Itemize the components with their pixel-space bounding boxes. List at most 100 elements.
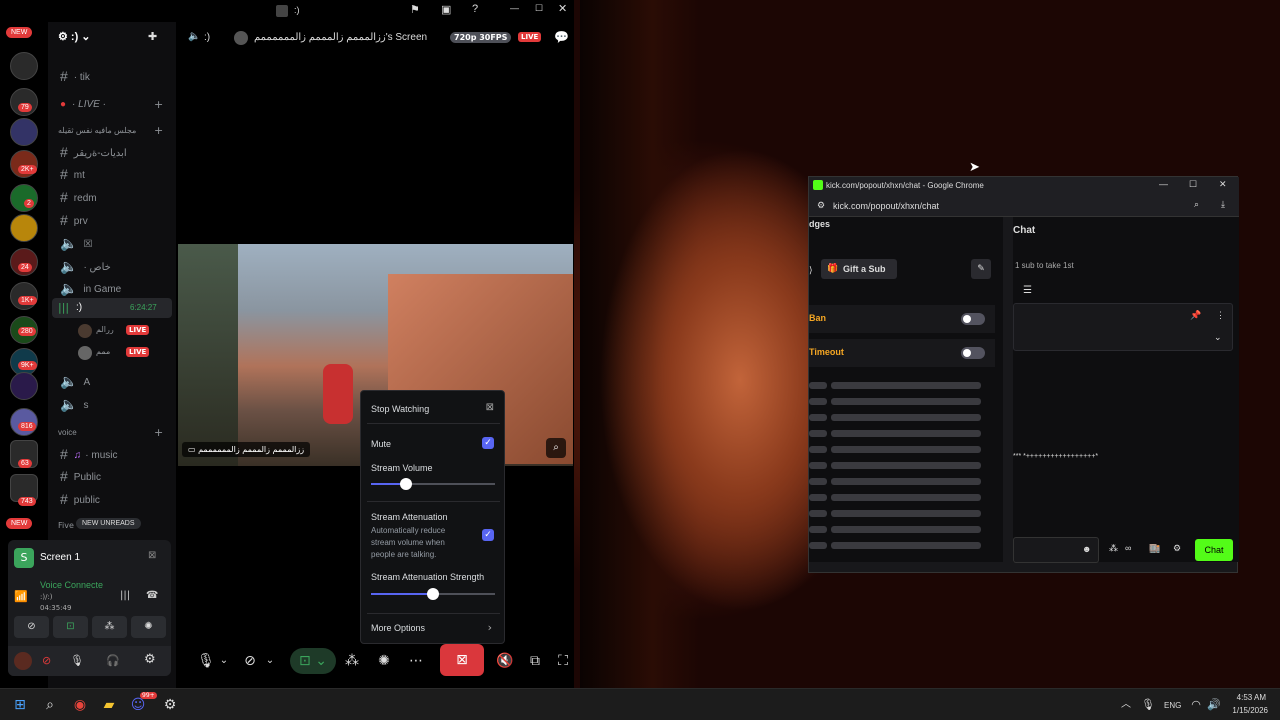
search-icon[interactable]: ⌕ xyxy=(40,695,60,715)
camera-off-icon[interactable]: ⊘ xyxy=(14,616,49,638)
chevron-down-icon[interactable]: ⌄ xyxy=(1214,332,1222,343)
chat-bubble-icon[interactable]: 💬 xyxy=(554,30,569,44)
soundboard-icon[interactable]: ✺ xyxy=(131,616,166,638)
more-options-icon[interactable]: ⋯ xyxy=(406,648,426,674)
kebab-menu-icon[interactable]: ⋮ xyxy=(1216,310,1225,321)
channel-item[interactable]: # public xyxy=(60,491,100,507)
server-header[interactable]: ⚙ :) ⌄ xyxy=(58,30,91,43)
new-unreads-pill[interactable]: NEW UNREADS xyxy=(76,518,141,529)
app-icon[interactable]: ⚙ xyxy=(160,695,180,715)
more-options-item[interactable]: More Options xyxy=(371,623,425,633)
gear-icon[interactable]: ⚙ xyxy=(1173,543,1181,554)
chevron-up-icon[interactable]: ︿ xyxy=(1116,695,1136,715)
minimize-icon[interactable]: — xyxy=(510,3,519,13)
speaker-icon[interactable]: 🔊 xyxy=(1204,695,1224,715)
add-channel-icon[interactable]: + xyxy=(154,426,163,439)
new-badge-bottom[interactable]: NEW xyxy=(6,518,33,529)
minimize-icon[interactable]: — xyxy=(1159,179,1168,189)
voice-channel[interactable]: 🔈 ☒ xyxy=(60,235,92,252)
slider-knob[interactable] xyxy=(399,478,412,490)
channel-item[interactable]: # prv xyxy=(60,212,88,228)
address-bar[interactable]: ⚙ kick.com/popout/xhxn/chat ⌕ ⤓ xyxy=(809,195,1239,217)
popout-icon[interactable]: ⧉ xyxy=(526,648,544,674)
server-icon[interactable] xyxy=(10,118,38,146)
voice-user[interactable]: ررالم LIVE xyxy=(78,323,168,339)
screen-share-icon[interactable]: ⊡ xyxy=(53,616,88,638)
filter-icon[interactable]: ☰ xyxy=(1023,285,1032,296)
stop-watching-icon[interactable]: ⊠ xyxy=(486,402,494,413)
chrome-icon[interactable]: ◉ xyxy=(70,695,90,715)
windows-start-icon[interactable]: ⊞ xyxy=(10,695,30,715)
close-stream-icon[interactable]: ⊠ xyxy=(148,550,156,561)
voice-channel[interactable]: 🔈 in Game xyxy=(60,280,121,297)
help-icon[interactable]: ? xyxy=(472,3,478,15)
mute-checkbox[interactable]: ✓ xyxy=(482,437,494,449)
slider-knob[interactable] xyxy=(427,588,439,600)
camera-off-icon[interactable]: ⊘ xyxy=(240,648,260,674)
channel-item[interactable]: # Public xyxy=(60,468,101,484)
new-badge-top[interactable]: NEW xyxy=(6,27,33,38)
signal-icon[interactable]: 📶 xyxy=(14,590,28,603)
activities-icon[interactable]: ⁂ xyxy=(342,648,362,674)
chevron-down-icon[interactable]: ⌄ xyxy=(218,648,230,674)
mod-icon[interactable]: ✎ xyxy=(971,259,991,279)
site-settings-icon[interactable]: ⚙ xyxy=(817,200,825,211)
clock-date[interactable]: 1/15/2026 xyxy=(1226,706,1268,715)
channel-item[interactable]: ● · LIVE · xyxy=(60,99,106,110)
emoji-icon[interactable]: ☻ xyxy=(1082,544,1091,554)
server-icon[interactable] xyxy=(10,52,38,80)
timeout-toggle[interactable] xyxy=(961,347,985,359)
add-channel-icon[interactable]: + xyxy=(154,98,163,111)
wifi-icon[interactable]: ◠ xyxy=(1186,695,1206,715)
add-channel-icon[interactable]: + xyxy=(154,124,163,137)
voice-status[interactable]: Voice Connecte xyxy=(40,580,103,590)
infinity-icon[interactable]: ∞ xyxy=(1125,543,1131,553)
server-icon[interactable] xyxy=(10,184,38,212)
microphone-icon[interactable]: 🎙 xyxy=(70,654,84,667)
maximize-icon[interactable]: ☐ xyxy=(1189,179,1197,190)
activities-icon[interactable]: ⁂ xyxy=(92,616,127,638)
server-icon[interactable] xyxy=(10,372,38,400)
chat-input[interactable]: ☻ xyxy=(1013,537,1099,563)
channel-item[interactable]: # · tik xyxy=(60,68,90,84)
clock-time[interactable]: 4:53 AM xyxy=(1232,693,1266,702)
voice-channel[interactable]: 🔈 · خاص xyxy=(60,258,111,275)
download-icon[interactable]: ⤓ xyxy=(1221,199,1225,210)
volume-mute-icon[interactable]: 🔇 xyxy=(496,648,514,674)
category-header[interactable]: voice xyxy=(58,428,77,437)
file-explorer-icon[interactable]: ▰ xyxy=(99,695,119,715)
close-icon[interactable]: ✕ xyxy=(558,2,567,15)
attenuation-checkbox[interactable]: ✓ xyxy=(482,529,494,541)
disconnect-icon[interactable]: ☎ xyxy=(146,590,158,601)
gift-sub-button[interactable]: 🎁 Gift a Sub xyxy=(821,259,897,279)
voice-channel[interactable]: 🔈 A xyxy=(60,373,90,390)
url-text[interactable]: kick.com/popout/xhxn/chat xyxy=(833,201,939,211)
microphone-icon[interactable]: 🎙 xyxy=(1138,695,1158,715)
language-indicator[interactable]: ENG xyxy=(1164,701,1181,710)
zoom-icon[interactable]: ⌕ xyxy=(546,438,566,458)
noise-suppression-icon[interactable]: ||| xyxy=(120,590,130,601)
voice-user[interactable]: ممم LIVE xyxy=(78,345,168,361)
headphones-icon[interactable]: 🎧 xyxy=(106,654,120,667)
inbox-icon[interactable]: ▣ xyxy=(441,3,451,16)
channel-item[interactable]: # ابديات-ةريقر xyxy=(60,144,127,160)
server-icon[interactable] xyxy=(10,214,38,242)
soundboard-icon[interactable]: ✺ xyxy=(374,648,394,674)
settings-gear-icon[interactable]: ⚙ xyxy=(144,652,156,667)
stop-stream-button[interactable]: ⊠ xyxy=(440,644,484,676)
camera-off-icon[interactable]: ⊘ xyxy=(42,654,51,667)
pin-icon[interactable]: 📌 xyxy=(1190,310,1201,321)
flag-icon[interactable]: ⚑ xyxy=(410,3,420,16)
chevron-down-icon[interactable]: ⌄ xyxy=(264,648,276,674)
voice-channel[interactable]: 🔈 s xyxy=(60,396,88,413)
channel-item[interactable]: # ♫ · music xyxy=(60,446,118,462)
stream-volume-slider[interactable] xyxy=(371,478,495,490)
chat-settings-icon[interactable]: ⁂ xyxy=(1109,543,1118,554)
maximize-icon[interactable]: ☐ xyxy=(535,3,543,14)
channel-item[interactable]: # redm xyxy=(60,189,97,205)
category-header[interactable]: مجلس مافيه نفس ثقيله xyxy=(58,126,136,135)
store-icon[interactable]: 🏬 xyxy=(1149,543,1160,554)
pinned-message[interactable]: 📌 ⋮ ⌄ xyxy=(1013,303,1233,351)
close-icon[interactable]: ✕ xyxy=(1219,179,1227,190)
screen-share-button[interactable]: ⊡ ⌄ xyxy=(290,648,336,674)
